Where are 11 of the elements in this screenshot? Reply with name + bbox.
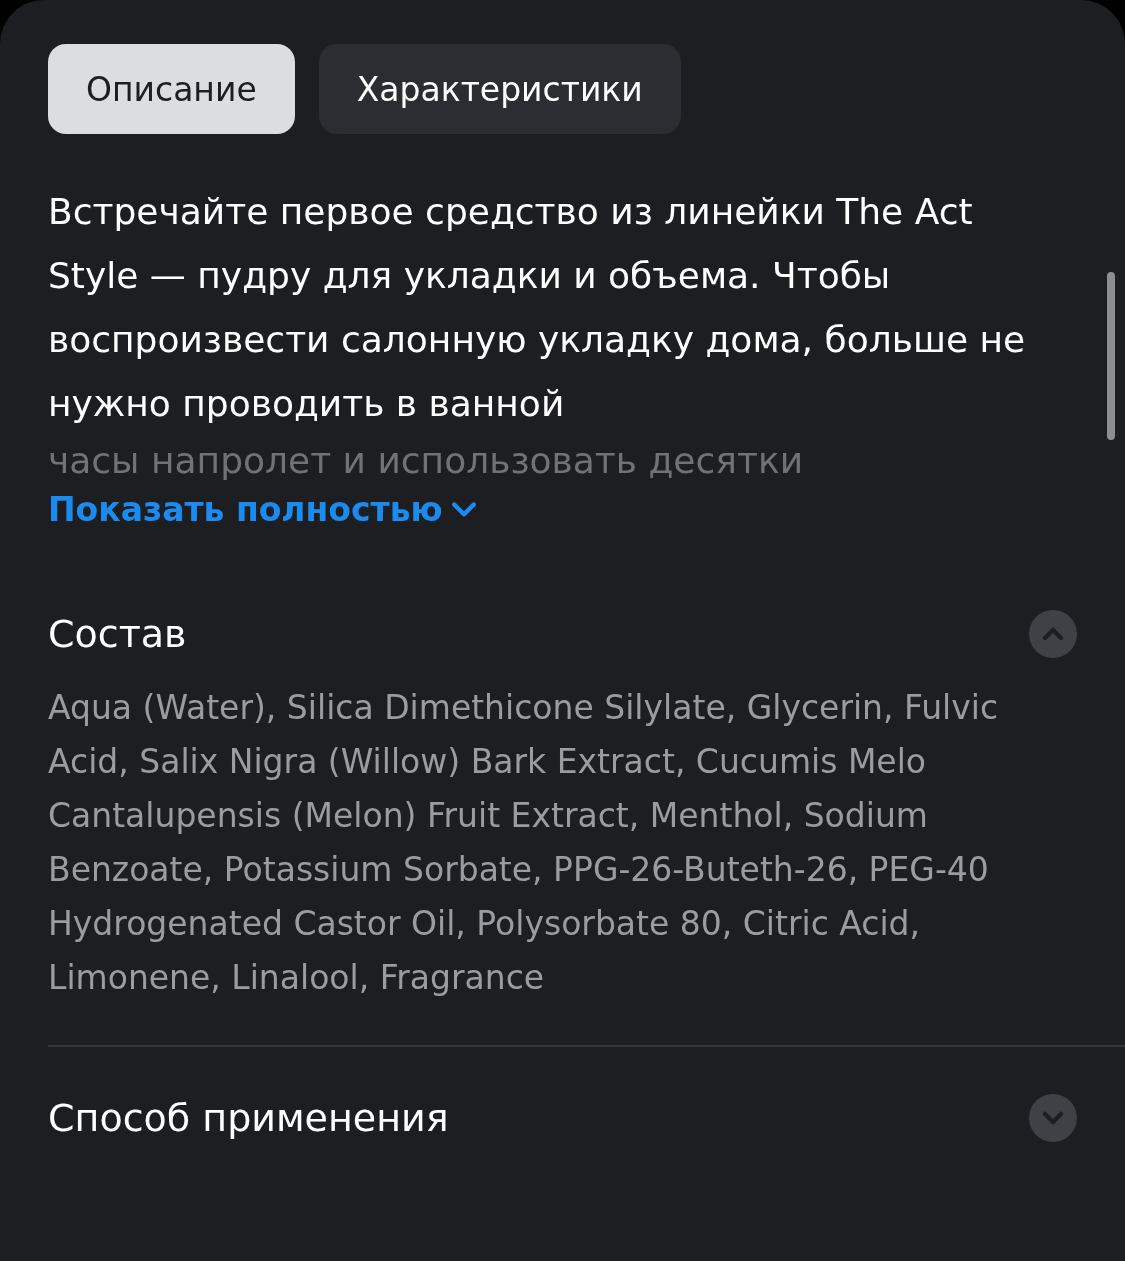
expand-icon[interactable] [1029,1094,1077,1142]
section-title: Способ применения [48,1096,449,1140]
section-title: Состав [48,612,187,656]
description-text: Встречайте первое средство из линейки The Act Style — пудру для укладки и объема. Чтобы воспроизвести салонную укладку дома, больше не нужно проводить в ванной [48,190,1027,426]
collapse-icon[interactable] [1029,610,1077,658]
description-faded-text: часы напролет и использовать десятки [48,439,804,483]
ingredients-text: Aqua (Water), Silica Dimethicone Silylate, Glycerin, Fulvic Acid, Salix Nigra (Willow) Bark Extract, Cucumis Melo Cantalupensis (Melon) Fruit Extract, Menthol, Sodium Benzoate, Potassium Sorbate, PPG-26-Buteth-26, PEG-40 Hydrogenated Castor Oil, Polysorbate 80, Citric Acid, Limonene, Linalool, Fragrance [48,687,1000,999]
tab[interactable]: Описание [48,44,295,134]
tab[interactable]: Характеристики [318,44,681,134]
chevron-down-icon [450,500,477,519]
show-more-link[interactable]: Показать полностью [48,490,477,529]
